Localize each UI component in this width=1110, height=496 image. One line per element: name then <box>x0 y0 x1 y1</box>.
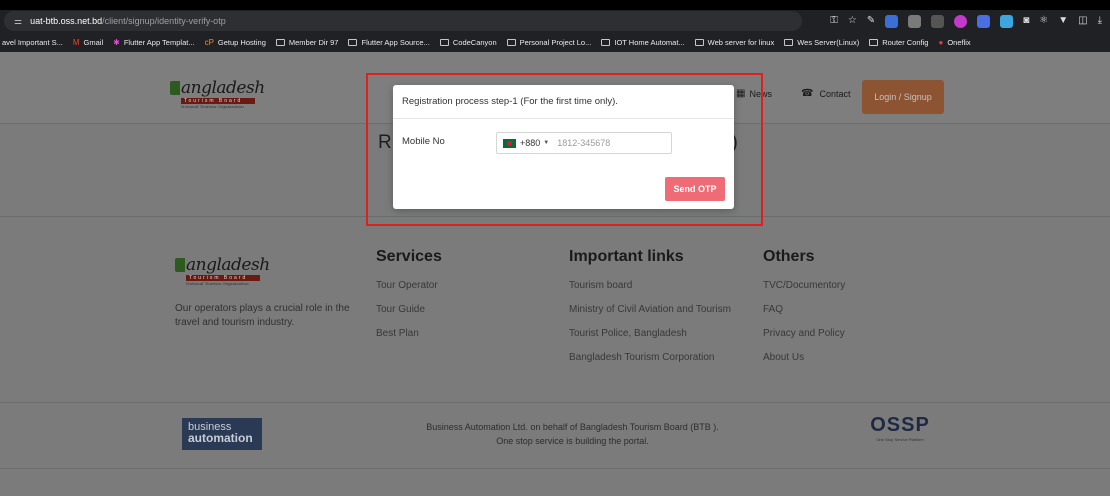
password-key-icon[interactable]: ⚿ <box>830 12 838 30</box>
important-links-heading: Important links <box>569 248 684 265</box>
pen-extension-icon[interactable]: ✎ <box>867 12 875 30</box>
bookmark-item[interactable]: IOT Home Automat... <box>601 37 685 47</box>
bookmark-label: Oneflix <box>947 37 971 47</box>
bookmark-star-icon[interactable]: ☆ <box>848 12 857 30</box>
footer-logo: angladesh Tourism Board National Tourism… <box>175 255 270 286</box>
bookmark-item[interactable]: Router Config <box>869 38 928 47</box>
bookmark-label: Member Dir 97 <box>288 37 339 47</box>
services-link[interactable]: Best Plan <box>376 328 419 339</box>
extension-icon[interactable] <box>885 14 899 28</box>
others-link[interactable]: Privacy and Policy <box>763 328 845 339</box>
credit-line-2: One stop service is building the portal. <box>496 436 649 446</box>
contact-icon: ☎ <box>801 88 814 99</box>
bookmark-item[interactable]: M Gmail <box>73 38 103 47</box>
folder-icon <box>506 38 516 46</box>
ossp-logo: OSSP One Stop Service Platform <box>860 414 940 442</box>
react-extension-icon[interactable]: ⚛ <box>1039 12 1048 30</box>
folder-icon <box>275 38 285 46</box>
login-signup-button[interactable]: Login / Signup <box>862 80 944 114</box>
others-heading: Others <box>763 248 815 265</box>
extension-icon[interactable] <box>954 14 968 28</box>
tune-icon[interactable]: ⚌ <box>14 16 22 27</box>
services-link[interactable]: Tour Operator <box>376 280 438 291</box>
browser-address-row: ⚌ uat-btb.oss.net.bd/client/signup/ident… <box>0 10 1110 32</box>
bookmark-item[interactable]: ✱ Flutter App Templat... <box>113 38 194 47</box>
bookmark-item[interactable]: Member Dir 97 <box>275 37 339 47</box>
bookmark-label: Flutter App Source... <box>361 37 430 47</box>
bookmark-item[interactable]: Flutter App Source... <box>348 37 430 47</box>
nav-contact-label: Contact <box>819 88 851 99</box>
ossp-logo-text: OSSP <box>870 414 930 436</box>
oneflix-icon: ● <box>938 37 944 47</box>
gmail-icon: M <box>72 37 80 47</box>
folder-icon <box>348 38 358 46</box>
extension-icon[interactable] <box>908 14 922 28</box>
bookmark-item[interactable]: avel Important S... <box>2 38 63 47</box>
folder-icon <box>694 38 704 46</box>
credit-line-1: Business Automation Ltd. on behalf of Ba… <box>426 422 719 432</box>
extension-icon[interactable] <box>931 14 945 28</box>
footer-about: Our operators plays a crucial role in th… <box>175 303 350 328</box>
important-link[interactable]: Bangladesh Tourism Corporation <box>569 352 714 363</box>
browser-toolbar-icons: ⚿ ☆ ✎ ◙ ⚛ ▼ ◫ ⤓ <box>830 12 1102 30</box>
highlight-box <box>366 73 763 226</box>
bookmark-label: Personal Project Lo... <box>519 37 592 47</box>
bookmark-label: Wes Server(Linux) <box>797 37 860 47</box>
bookmark-item[interactable]: CodeCanyon <box>439 37 497 47</box>
folder-icon <box>869 38 879 46</box>
others-link[interactable]: About Us <box>763 352 804 363</box>
extension-icon[interactable] <box>977 14 991 28</box>
flutter-icon: ✱ <box>113 37 120 47</box>
logo-mark <box>175 258 185 272</box>
getup-icon: cP <box>204 37 214 47</box>
vue-extension-icon[interactable]: ▼ <box>1058 12 1068 30</box>
logo-org: National Tourism Organization <box>186 281 249 286</box>
bookmark-label: Web server for linux <box>707 37 775 47</box>
others-link[interactable]: FAQ <box>763 304 783 315</box>
important-link[interactable]: Tourist Police, Bangladesh <box>569 328 687 339</box>
folder-icon <box>784 38 794 46</box>
bookmark-item[interactable]: ● Oneflix <box>938 38 970 47</box>
divider <box>0 402 1110 403</box>
logo-name: angladesh <box>186 255 270 275</box>
bookmark-item[interactable]: Web server for linux <box>694 37 775 47</box>
extension-icon[interactable] <box>1000 14 1014 28</box>
site-logo[interactable]: angladesh Tourism Board National Tourism… <box>170 78 265 109</box>
url-path: /client/signup/identity-verify-otp <box>102 16 226 26</box>
bookmark-label: Gmail <box>83 37 104 47</box>
url-bar[interactable]: ⚌ uat-btb.oss.net.bd/client/signup/ident… <box>4 11 802 31</box>
services-heading: Services <box>376 248 442 265</box>
bookmark-label: IOT Home Automat... <box>614 37 685 47</box>
important-link[interactable]: Ministry of Civil Aviation and Tourism <box>569 304 731 315</box>
camera-extension-icon[interactable]: ◙ <box>1023 12 1029 30</box>
folder-icon <box>601 38 611 46</box>
bookmarks-bar: avel Important S... M Gmail ✱ Flutter App … <box>0 32 1110 52</box>
bookmark-label: Getup Hosting <box>217 37 266 47</box>
url-host: uat-btb.oss.net.bd <box>30 16 103 26</box>
bookmark-item[interactable]: Wes Server(Linux) <box>784 38 859 47</box>
ossp-logo-sub: One Stop Service Platform <box>876 437 924 442</box>
bookmark-label: Router Config <box>882 37 929 47</box>
puzzle-extensions-icon[interactable]: ◫ <box>1078 12 1087 30</box>
others-link[interactable]: TVC/Documentory <box>763 280 845 291</box>
folder-icon <box>439 38 449 46</box>
services-link[interactable]: Tour Guide <box>376 304 425 315</box>
divider <box>0 468 1110 469</box>
bookmark-label: Flutter App Templat... <box>123 37 195 47</box>
top-black-strip <box>0 0 1110 10</box>
business-automation-logo: business automation <box>182 418 262 450</box>
nav-contact[interactable]: ☎ Contact <box>801 88 851 99</box>
logo-name: angladesh <box>181 78 265 98</box>
bookmark-label: avel Important S... <box>2 37 63 47</box>
bookmark-item[interactable]: Personal Project Lo... <box>506 37 592 47</box>
ba-logo-line2: automation <box>188 431 253 445</box>
download-icon[interactable]: ⤓ <box>1098 12 1102 30</box>
screenshot-root: ⚌ uat-btb.oss.net.bd/client/signup/ident… <box>0 0 1110 496</box>
bookmark-label: CodeCanyon <box>452 37 497 47</box>
bookmark-item[interactable]: cP Getup Hosting <box>205 38 266 47</box>
logo-mark <box>170 81 180 95</box>
logo-org: National Tourism Organization <box>181 104 244 109</box>
footer-credit: Business Automation Ltd. on behalf of Ba… <box>380 420 765 448</box>
important-link[interactable]: Tourism board <box>569 280 632 291</box>
